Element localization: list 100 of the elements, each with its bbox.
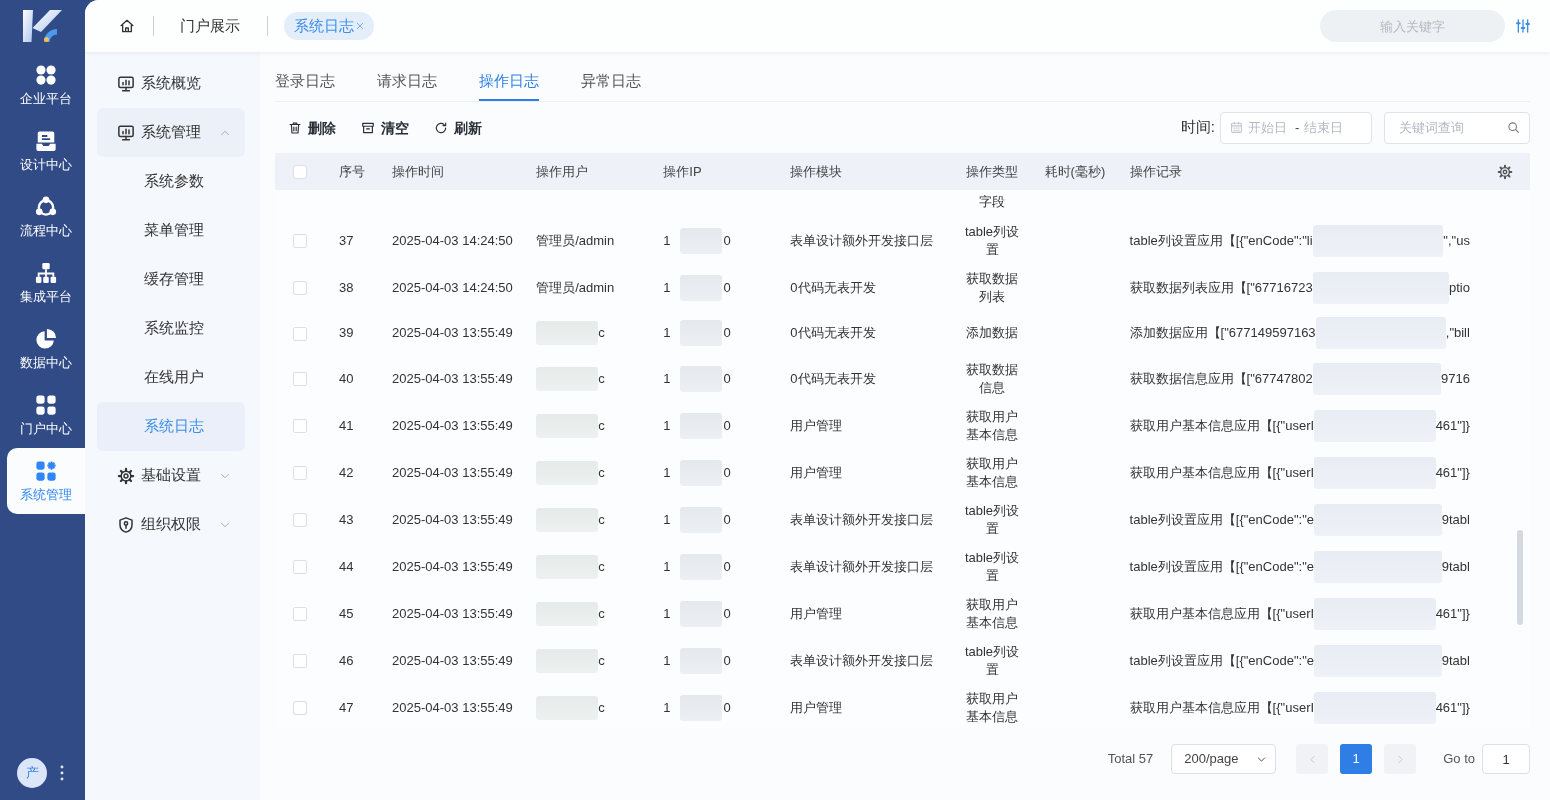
sidebar-menu-item[interactable]: 系统概览 (97, 59, 245, 108)
clear-button[interactable]: 清空 (361, 117, 409, 138)
user-text: c (598, 557, 605, 576)
record-text: 461"]} (1435, 463, 1470, 482)
sidebar-submenu-item[interactable]: 系统监控 (97, 304, 245, 353)
column-header: 操作模块 (780, 153, 950, 190)
ip-text: 0 (723, 231, 731, 250)
row-checkbox[interactable] (293, 701, 307, 716)
table-cell-text: 表单设计额外开发接口层 (789, 557, 935, 576)
rail-nav-item[interactable]: 门户中心 (7, 382, 85, 448)
column-header: 操作类型 (949, 153, 1035, 190)
page-tab[interactable]: 门户展示 (170, 12, 250, 40)
row-checkbox[interactable] (293, 513, 307, 528)
delete-button[interactable]: 删除 (288, 117, 336, 138)
rail-nav-item[interactable]: 企业平台 (7, 52, 85, 118)
ip-text: 0 (723, 651, 731, 670)
total-count: Total 57 (1107, 750, 1154, 769)
monitor-chart-icon (117, 74, 135, 93)
table-cell-text: 0代码无表开发 (789, 324, 877, 343)
row-checkbox[interactable] (293, 281, 307, 296)
sidebar-submenu-item[interactable]: 菜单管理 (97, 206, 245, 255)
record-text: 获取用户基本信息应用【[{"userI (1129, 416, 1315, 435)
table-cell-text: 表单设计额外开发接口层 (789, 510, 935, 529)
start-date-input[interactable]: 开始日 (1248, 117, 1290, 138)
sidebar-menu-item[interactable]: 组织权限 (97, 500, 245, 549)
table-cell-text: 39 (338, 324, 355, 343)
record-text: 获取用户基本信息应用【[{"userI (1129, 604, 1315, 623)
column-header: 操作IP (653, 153, 781, 190)
row-checkbox[interactable] (293, 372, 307, 387)
select-all-checkbox[interactable] (293, 165, 307, 180)
scrollbar-thumb[interactable] (1517, 530, 1523, 625)
row-checkbox[interactable] (293, 607, 307, 622)
end-date-input[interactable]: 结束日 (1304, 117, 1347, 138)
page-jump-field[interactable]: 1 (1482, 744, 1530, 774)
log-tab[interactable]: 异常日志 (581, 71, 641, 101)
rail-nav-item[interactable]: 设计中心 (7, 118, 85, 184)
record-text: table列设置应用【[{"enCode":"li (1129, 231, 1313, 250)
row-checkbox[interactable] (293, 560, 307, 575)
rail-nav-item[interactable]: 数据中心 (7, 316, 85, 382)
rail-nav-item[interactable]: 流程中心 (7, 184, 85, 250)
table-cell-text: 获取用户基本信息 (965, 690, 1019, 726)
row-checkbox[interactable] (293, 234, 307, 249)
sidebar-submenu-item[interactable]: 在线用户 (97, 353, 245, 402)
grid-gear-icon (35, 460, 57, 482)
log-tab[interactable]: 登录日志 (275, 71, 335, 101)
hierarchy-icon (35, 262, 57, 284)
table-cell-text: 2025-04-03 14:24:50 (391, 278, 514, 297)
ip-text: 1 (663, 324, 671, 342)
table-cell-text: 2025-04-03 14:24:50 (391, 231, 514, 250)
record-text: 获取用户基本信息应用【[{"userI (1129, 698, 1315, 717)
settings-icon[interactable] (1496, 164, 1513, 181)
log-tab[interactable]: 操作日志 (479, 71, 539, 101)
record-text: table列设置应用【[{"enCode":"e (1129, 651, 1314, 670)
record-text: table列设置应用【[{"enCode":"e (1129, 510, 1314, 529)
table-cell-text: 用户管理 (789, 416, 844, 435)
row-checkbox[interactable] (293, 654, 307, 669)
page-number-button[interactable]: 1 (1340, 744, 1373, 774)
date-range-field[interactable]: 开始日 - 结束日 (1220, 111, 1372, 144)
log-tab[interactable]: 请求日志 (377, 71, 437, 101)
record-text: 9716 (1440, 369, 1470, 388)
row-checkbox[interactable] (293, 466, 307, 481)
pie-chart-icon (35, 328, 57, 350)
more-icon[interactable] (60, 765, 64, 781)
user-text: c (598, 324, 605, 342)
sliders-icon[interactable] (1515, 18, 1531, 34)
table-cell-text: table列设置 (963, 223, 1021, 259)
sidebar-submenu-item[interactable]: 缓存管理 (97, 255, 245, 304)
grid-icon (35, 394, 57, 416)
record-text: 获取用户基本信息应用【[{"userI (1129, 463, 1315, 482)
table-cell-text: 45 (338, 604, 355, 623)
row-checkbox[interactable] (293, 419, 307, 434)
page-size-select[interactable]: 200/page (1171, 744, 1277, 774)
rail-nav-item[interactable]: 系统管理 (7, 448, 85, 514)
ip-text: 1 (663, 463, 671, 482)
search-icon[interactable] (1507, 121, 1520, 134)
table-cell-text: 43 (338, 510, 355, 529)
record-text: ","us (1443, 231, 1470, 250)
ip-text: 0 (723, 604, 731, 623)
ip-text: 0 (723, 463, 731, 482)
row-checkbox[interactable] (293, 326, 307, 341)
sidebar-menu-item[interactable]: 基础设置 (97, 451, 245, 500)
ip-text: 1 (663, 278, 671, 297)
sidebar-submenu-item[interactable]: 系统参数 (97, 157, 245, 206)
close-icon[interactable] (356, 22, 364, 30)
table-cell-text: 用户管理 (789, 698, 844, 717)
table-cell-text: 44 (338, 557, 355, 576)
ip-text: 0 (723, 324, 731, 342)
column-header: 操作记录 (1119, 153, 1480, 190)
record-text: 461"]} (1435, 604, 1470, 623)
user-text: c (598, 463, 605, 482)
table-cell-text: 添加数据 (965, 324, 1019, 343)
table-cell-text: 2025-04-03 13:55:49 (391, 651, 514, 670)
refresh-button[interactable]: 刷新 (434, 117, 482, 138)
sidebar-menu-item[interactable]: 系统管理 (97, 108, 245, 157)
table-cell-text: 管理员/admin (535, 278, 616, 297)
home-icon[interactable] (119, 18, 135, 34)
column-header: 操作时间 (382, 153, 527, 190)
keyword-search-field[interactable]: 关键词查询 (1384, 111, 1530, 144)
table-cell-text: table列设置 (963, 502, 1021, 538)
rail-nav-item[interactable]: 集成平台 (7, 250, 85, 316)
